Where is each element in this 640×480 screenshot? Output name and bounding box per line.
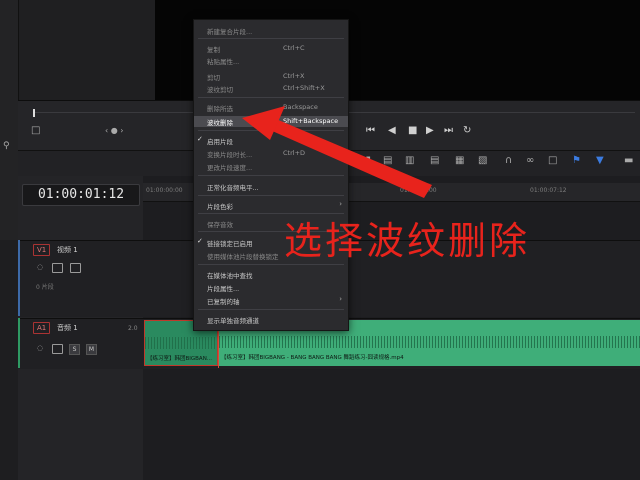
annotation-caption: 选择波纹删除: [284, 219, 531, 263]
annotation-arrow-shaft: [270, 119, 432, 198]
